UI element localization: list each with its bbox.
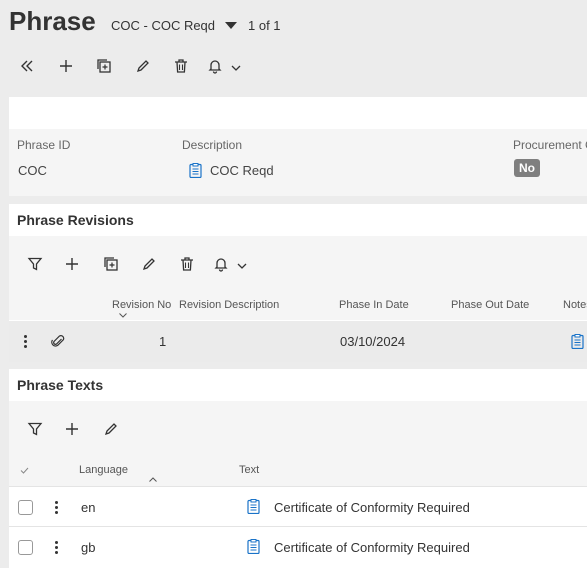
filter-icon	[27, 422, 43, 436]
cell-phase-in-date: 03/10/2024	[340, 334, 406, 349]
caret-down-icon[interactable]	[225, 22, 238, 29]
add-text-button[interactable]	[60, 417, 84, 441]
cell-language: gb	[81, 540, 96, 555]
duplicate-button[interactable]	[92, 54, 116, 78]
col-phase-out-date[interactable]: Phase Out Date	[451, 299, 529, 311]
revisions-title: Phrase Revisions	[17, 212, 134, 228]
plus-icon	[66, 258, 78, 270]
cell-text: Certificate of Conformity Required	[274, 540, 470, 555]
record-count: 1 of 1	[248, 18, 281, 33]
double-chevron-left-icon[interactable]	[15, 54, 39, 78]
trash-icon	[181, 257, 193, 271]
notes-document-icon[interactable]	[571, 334, 584, 349]
document-icon[interactable]	[247, 499, 260, 514]
row-checkbox[interactable]	[18, 540, 33, 555]
col-revision-no[interactable]: Revision No	[112, 299, 171, 311]
row-menu-icon[interactable]	[55, 541, 59, 556]
row-menu-icon[interactable]	[24, 335, 28, 350]
add-revision-button[interactable]	[60, 252, 84, 276]
description-label: Description	[182, 138, 243, 152]
phrase-id-value: COC	[18, 163, 47, 178]
bell-icon	[214, 258, 228, 272]
filter-button[interactable]	[23, 252, 47, 276]
col-language[interactable]: Language	[79, 464, 128, 476]
cell-language: en	[81, 500, 96, 515]
revision-notifications-button[interactable]	[213, 252, 257, 276]
duplicate-revision-button[interactable]	[99, 252, 123, 276]
col-text[interactable]: Text	[239, 464, 259, 476]
document-icon[interactable]	[247, 539, 260, 554]
col-revision-description[interactable]: Revision Description	[179, 299, 279, 311]
plus-icon	[60, 60, 72, 72]
row-menu-icon[interactable]	[55, 501, 59, 516]
texts-title: Phrase Texts	[17, 377, 104, 393]
pencil-icon	[104, 423, 117, 436]
edit-revision-button[interactable]	[137, 252, 161, 276]
duplicate-icon	[97, 59, 111, 73]
edit-button[interactable]	[131, 54, 155, 78]
filter-button[interactable]	[23, 417, 47, 441]
sort-up-icon	[149, 477, 157, 482]
procurement-badge: No	[514, 159, 540, 177]
record-selector[interactable]: COC - COC Reqd	[111, 18, 238, 33]
document-icon[interactable]	[189, 163, 202, 178]
plus-icon	[66, 423, 78, 435]
col-notes[interactable]: Notes	[563, 299, 587, 311]
table-row[interactable]: en Certificate of Conformity Required	[9, 486, 587, 526]
cell-text: Certificate of Conformity Required	[274, 500, 470, 515]
col-phase-in-date[interactable]: Phase In Date	[339, 299, 409, 311]
new-button[interactable]	[54, 54, 78, 78]
bell-icon	[208, 60, 222, 74]
delete-button[interactable]	[169, 54, 193, 78]
description-value: COC Reqd	[210, 163, 274, 178]
pencil-icon	[142, 258, 155, 271]
paperclip-icon[interactable]	[51, 334, 65, 348]
record-selector-label: COC - COC Reqd	[111, 18, 216, 33]
procurement-label: Procurement C	[513, 138, 587, 152]
select-all-check-icon[interactable]	[20, 467, 29, 474]
table-row[interactable]: gb Certificate of Conformity Required	[9, 526, 587, 566]
page-title: Phrase	[9, 6, 96, 36]
chevron-down-icon	[231, 65, 241, 71]
chevron-down-icon	[237, 263, 247, 269]
delete-revision-button[interactable]	[175, 252, 199, 276]
cell-revision-no: 1	[159, 334, 167, 349]
row-checkbox[interactable]	[18, 500, 33, 515]
revisions-panel: Phrase Revisions Revision No Revision De…	[9, 204, 587, 362]
phrase-id-label: Phrase ID	[17, 138, 71, 152]
filter-icon	[27, 257, 43, 271]
trash-icon	[175, 59, 187, 73]
table-row[interactable]: 1 03/10/2024	[9, 321, 587, 362]
edit-text-button[interactable]	[99, 417, 123, 441]
pencil-icon	[136, 60, 149, 73]
notifications-button[interactable]	[207, 54, 247, 78]
duplicate-icon	[104, 257, 118, 271]
detail-panel: Phrase ID COC Description COC Reqd Procu…	[9, 97, 587, 196]
texts-panel: Phrase Texts Language Text en Certificat…	[9, 369, 587, 568]
sort-down-icon	[119, 313, 127, 318]
